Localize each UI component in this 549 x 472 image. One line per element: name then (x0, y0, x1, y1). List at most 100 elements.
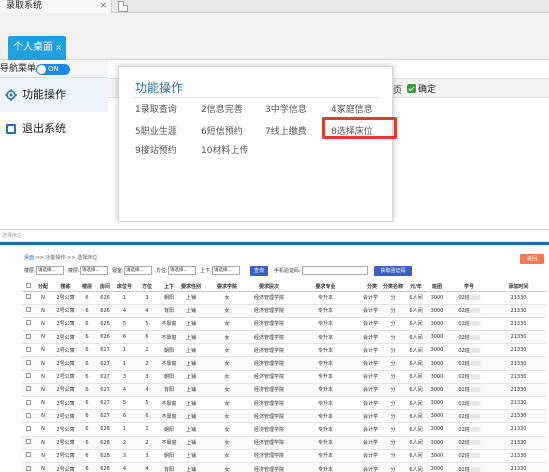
checkmark-icon (407, 84, 416, 93)
table-cell: 3000 (427, 370, 447, 384)
table-cell: 1 (115, 291, 134, 305)
row-checkbox-cell[interactable] (22, 436, 34, 450)
checkbox[interactable] (25, 399, 31, 405)
table-cell: 上铺 (178, 422, 204, 437)
row-checkbox-cell[interactable] (22, 396, 34, 411)
table-row[interactable]: N2号公寓662712不靠窗上铺女经济管理学院专升本会计学（税务方向）财务会计）… (22, 356, 546, 371)
table-row[interactable]: N2号公寓662833朝阳上铺女经济管理学院专升本会计学（税务方向）财务会计）分… (22, 449, 546, 463)
browser-tab[interactable]: 录取系统 × (0, 0, 112, 13)
checkbox[interactable] (25, 425, 31, 431)
bottom-screenshot-panel: 选择床位 桌面 >> 功能操作 >> 选择床位 返回 楼层: 请选择... 楼层… (0, 229, 549, 472)
gear-icon (5, 89, 17, 101)
row-checkbox-cell[interactable] (22, 317, 34, 332)
row-checkbox-cell[interactable] (22, 449, 34, 463)
checkbox[interactable] (25, 439, 31, 445)
table-row[interactable]: N2号公寓662655不靠窗上铺女经济管理学院专升本会计学（税务方向）财务会计）… (22, 317, 546, 332)
menu-item-sms-booking[interactable]: 6短信预约 (201, 124, 243, 137)
menu-item-pickup-booking[interactable]: 9接站预约 (135, 143, 177, 156)
menu-item-info-complete[interactable]: 2信息完善 (201, 102, 243, 115)
table-cell: 会计学（税务方向）财务会计） (363, 422, 381, 437)
checkbox[interactable] (25, 386, 31, 392)
table-cell: 6 (79, 343, 95, 358)
table-row[interactable]: N2号公寓662755不靠窗上铺女经济管理学院专升本会计学（税务方向）财务会计）… (22, 396, 546, 411)
row-checkbox-cell[interactable] (22, 422, 34, 437)
table-row[interactable]: N2号公寓662744背阳上铺女经济管理学院专升本会计学（税务方向）财务会计）分… (22, 383, 546, 398)
confirm-button[interactable]: 确定 (407, 82, 436, 95)
table-cell: 3000 (427, 343, 447, 358)
table-row[interactable]: N2号公寓662766不靠窗上铺女经济管理学院专升本会计学（税务方向）财务会计）… (22, 409, 546, 424)
table-cell: 会计学（税务方向）财务会计） (363, 317, 381, 332)
menu-item-career[interactable]: 5职业生涯 (135, 124, 177, 137)
checkbox[interactable] (25, 465, 31, 471)
table-cell: 3000 (427, 396, 447, 411)
phone-code-label: 手机验证码: (274, 268, 301, 274)
table-cell: 5 (134, 317, 160, 332)
table-row[interactable]: N2号公寓662644背阳上铺女经济管理学院专升本会计学（税务方向）财务会计）分… (22, 304, 546, 318)
nav-menu-switch[interactable]: ON (36, 64, 70, 75)
table-cell: N (34, 422, 52, 437)
row-checkbox-cell[interactable] (22, 356, 34, 371)
table-cell: 6 (79, 317, 95, 332)
get-code-button[interactable]: 获取验证码 (374, 266, 412, 276)
row-checkbox-cell[interactable] (22, 462, 34, 472)
checkbox[interactable] (25, 307, 31, 313)
table-row[interactable]: N2号公寓662613朝阳上铺女经济管理学院专升本会计学（税务方向）财务会计）分… (22, 291, 546, 305)
tab-personal-desktop[interactable]: 个人桌面 × (8, 36, 66, 60)
menu-item-admission-query[interactable]: 1录取查询 (135, 102, 177, 115)
checkbox[interactable] (25, 412, 31, 418)
table-row[interactable]: N2号公寓662711朝阳上铺女经济管理学院专升本会计学（税务方向）财务会计）分… (22, 343, 546, 358)
menu-item-family-info[interactable]: 4家庭信息 (331, 102, 373, 115)
checkbox[interactable] (25, 346, 31, 352)
table-cell: 02班 (447, 330, 491, 345)
checkbox[interactable] (25, 360, 31, 366)
sidebar-item-exit-system[interactable]: 退出系统 (0, 112, 108, 146)
table-cell: 626 (95, 304, 115, 318)
checkbox[interactable] (25, 282, 31, 288)
row-checkbox-cell[interactable] (22, 409, 34, 424)
checkbox[interactable] (25, 320, 31, 326)
table-cell: 6人间 (405, 409, 427, 424)
row-checkbox-cell[interactable] (22, 304, 34, 318)
back-button[interactable]: 返回 (520, 254, 544, 264)
room-select[interactable]: 请选择... (124, 266, 152, 275)
table-row[interactable]: N2号公寓662666不靠窗上铺女经济管理学院专升本会计学（税务方向）财务会计）… (22, 330, 546, 345)
select-all-checkbox[interactable] (22, 282, 34, 292)
table-row[interactable]: N2号公寓662733朝阳上铺女经济管理学院专升本会计学（税务方向）财务会计）分… (22, 370, 546, 384)
checkbox[interactable] (25, 373, 31, 379)
checkbox[interactable] (25, 333, 31, 339)
table-cell: 627 (95, 396, 115, 411)
table-cell: 分 (381, 317, 405, 332)
sidebar-item-function-ops[interactable]: 功能操作 (0, 78, 108, 112)
column-header: 分配 (34, 282, 52, 292)
tab-close-icon[interactable]: × (99, 0, 107, 13)
row-checkbox-cell[interactable] (22, 330, 34, 345)
query-button[interactable]: 查询 (250, 266, 268, 276)
row-checkbox-cell[interactable] (22, 291, 34, 305)
column-header: 元/年 (405, 282, 427, 292)
breadcrumb-home[interactable]: 桌面 (24, 255, 34, 261)
updown-select[interactable]: 请选择... (212, 266, 240, 275)
menu-item-material-upload[interactable]: 10材料上传 (201, 143, 248, 156)
table-row[interactable]: N2号公寓662844背阳上铺女经济管理学院专升本会计学（税务方向）财务会计）分… (22, 462, 546, 472)
new-tab-icon[interactable] (118, 1, 128, 12)
table-row[interactable]: N2号公寓662822不靠窗上铺女经济管理学院专升本会计学（税务方向）财务会计）… (22, 436, 546, 450)
table-cell: 6人间 (405, 317, 427, 332)
row-checkbox-cell[interactable] (22, 383, 34, 398)
table-cell: 02班 (447, 396, 491, 411)
direction-select[interactable]: 请选择... (168, 266, 196, 275)
phone-code-input[interactable] (302, 266, 368, 275)
column-header: 上下 (160, 282, 178, 292)
menu-item-middle-school-info[interactable]: 3中学信息 (265, 102, 307, 115)
building-select[interactable]: 请选择... (36, 266, 64, 275)
floor-select[interactable]: 请选择... (80, 266, 108, 275)
close-icon[interactable]: × (55, 36, 62, 60)
table-cell: 女 (204, 449, 250, 463)
row-checkbox-cell[interactable] (22, 370, 34, 384)
table-cell: 2号公寓 (52, 304, 79, 318)
checkbox[interactable] (25, 294, 31, 300)
table-row[interactable]: N2号公寓662811朝阳上铺女经济管理学院专升本会计学（税务方向）财务会计）分… (22, 422, 546, 437)
row-checkbox-cell[interactable] (22, 343, 34, 358)
menu-item-online-payment[interactable]: 7线上缴费 (265, 124, 307, 137)
table-cell: 2 (134, 356, 160, 371)
checkbox[interactable] (25, 452, 31, 458)
